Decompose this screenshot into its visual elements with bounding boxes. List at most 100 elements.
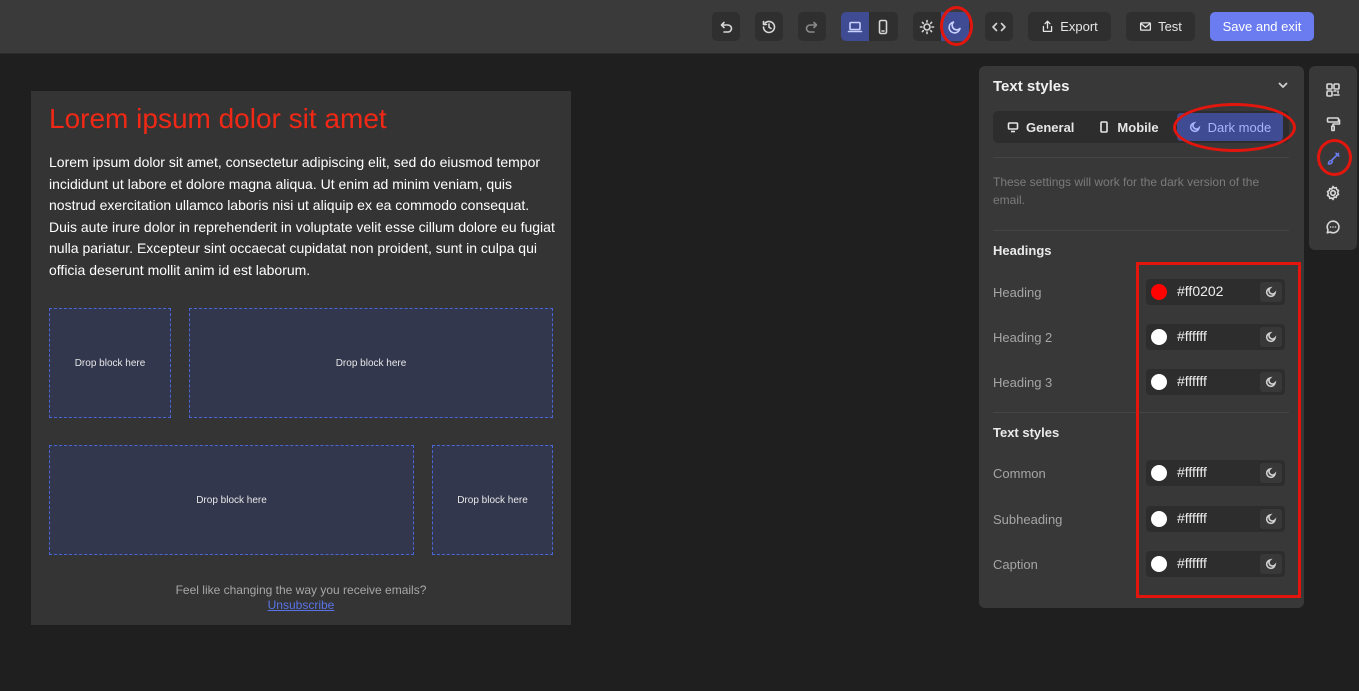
subheading-label: Subheading (993, 512, 1063, 527)
heading-color-field[interactable]: #ff0202 (1146, 279, 1285, 305)
gear-icon (1326, 185, 1340, 201)
rail-blocks-button[interactable] (1321, 78, 1345, 102)
desktop-view-button[interactable] (841, 12, 869, 41)
common-color-field[interactable]: #ffffff (1146, 460, 1285, 486)
text-styles-panel: Text styles General Mobile Dark mode The… (979, 66, 1304, 608)
tab-general[interactable]: General (995, 113, 1086, 141)
color-swatch[interactable] (1151, 374, 1167, 390)
color-swatch[interactable] (1151, 284, 1167, 300)
heading-2-label: Heading 2 (993, 330, 1053, 345)
redo-button[interactable] (798, 12, 826, 41)
test-button[interactable]: Test (1126, 12, 1195, 41)
panel-title: Text styles (993, 78, 1070, 95)
dark-color-button[interactable] (1260, 327, 1282, 347)
drop-zone-label: Drop block here (457, 494, 528, 506)
heading-3-color-field[interactable]: #ffffff (1146, 369, 1285, 395)
mobile-view-button[interactable] (869, 12, 897, 41)
email-heading[interactable]: Lorem ipsum dolor sit amet (49, 103, 387, 135)
rail-appearance-button[interactable] (1321, 112, 1345, 136)
subheading-color-field[interactable]: #ffffff (1146, 506, 1285, 532)
divider (993, 230, 1289, 231)
side-rail (1309, 66, 1357, 250)
dark-color-button[interactable] (1260, 282, 1282, 302)
email-paragraph[interactable]: Lorem ipsum dolor sit amet, consectetur … (49, 152, 557, 281)
tab-mobile[interactable]: Mobile (1086, 113, 1170, 141)
collapse-button[interactable] (1276, 78, 1290, 92)
dark-mode-button[interactable] (941, 12, 969, 41)
color-hex-value[interactable]: #ffffff (1177, 373, 1207, 389)
drop-zone[interactable]: Drop block here (432, 445, 553, 555)
moon-icon (1265, 376, 1277, 388)
common-label: Common (993, 466, 1046, 481)
heading-2-color-field[interactable]: #ffffff (1146, 324, 1285, 350)
moon-icon (1265, 558, 1277, 570)
undo-icon (720, 21, 733, 33)
code-icon (992, 22, 1006, 31)
undo-button[interactable] (712, 12, 740, 41)
dark-mode-icon (1189, 121, 1200, 133)
dark-color-button[interactable] (1260, 463, 1282, 483)
test-label: Test (1158, 19, 1182, 34)
export-icon (1042, 20, 1053, 33)
tab-dark-mode-label: Dark mode (1207, 119, 1272, 135)
redo-icon (805, 21, 818, 33)
dark-mode-hint: These settings will work for the dark ve… (993, 175, 1260, 207)
theme-toggle (913, 12, 970, 41)
save-and-exit-button[interactable]: Save and exit (1210, 12, 1314, 41)
rail-settings-button[interactable] (1321, 181, 1345, 205)
rail-comments-button[interactable] (1321, 215, 1345, 239)
chevron-down-icon (1278, 82, 1288, 89)
color-hex-value[interactable]: #ff0202 (1177, 283, 1223, 299)
tab-dark-mode[interactable]: Dark mode (1176, 113, 1284, 141)
heading-label: Heading (993, 285, 1042, 300)
mobile-icon (878, 19, 888, 34)
history-button[interactable] (755, 12, 783, 41)
headings-section-title: Headings (993, 243, 1052, 258)
mobile-icon (1100, 121, 1109, 133)
divider (993, 412, 1289, 413)
drop-zone[interactable]: Drop block here (49, 445, 414, 555)
caption-color-field[interactable]: #ffffff (1146, 551, 1285, 577)
history-icon (762, 20, 776, 33)
tab-general-label: General (1026, 119, 1075, 135)
dark-color-button[interactable] (1260, 554, 1282, 574)
desktop-icon (847, 21, 863, 32)
blocks-icon (1326, 83, 1340, 97)
mode-tabs: General Mobile Dark mode (993, 111, 1289, 143)
color-hex-value[interactable]: #ffffff (1177, 328, 1207, 344)
unsubscribe-link[interactable]: Unsubscribe (31, 598, 571, 612)
code-button[interactable] (985, 12, 1013, 41)
dark-color-button[interactable] (1260, 372, 1282, 392)
color-swatch[interactable] (1151, 329, 1167, 345)
text-styles-section-title: Text styles (993, 425, 1060, 440)
color-hex-value[interactable]: #ffffff (1177, 555, 1207, 571)
export-button[interactable]: Export (1028, 12, 1111, 41)
color-swatch[interactable] (1151, 511, 1167, 527)
drop-zone[interactable]: Drop block here (49, 308, 171, 418)
divider (993, 157, 1289, 158)
sun-icon (919, 19, 935, 34)
dark-color-button[interactable] (1260, 509, 1282, 529)
caption-label: Caption (993, 557, 1038, 572)
moon-icon (1265, 467, 1277, 479)
color-hex-value[interactable]: #ffffff (1177, 510, 1207, 526)
moon-icon (1265, 331, 1277, 343)
light-mode-button[interactable] (913, 12, 941, 41)
color-swatch[interactable] (1151, 556, 1167, 572)
rail-text-styles-button[interactable] (1321, 147, 1345, 171)
color-hex-value[interactable]: #ffffff (1177, 464, 1207, 480)
device-toggle (841, 12, 898, 41)
tab-mobile-label: Mobile (1117, 119, 1159, 135)
moon-icon (1265, 286, 1277, 298)
email-canvas: Lorem ipsum dolor sit amet Lorem ipsum d… (31, 91, 571, 625)
color-swatch[interactable] (1151, 465, 1167, 481)
chat-icon (1326, 220, 1340, 234)
drop-zone-label: Drop block here (335, 357, 407, 369)
desktop-icon (1007, 122, 1019, 133)
moon-icon (1265, 513, 1277, 525)
drop-zone-label: Drop block here (74, 357, 146, 369)
moon-icon (948, 20, 961, 34)
paint-roller-icon (1326, 117, 1341, 132)
top-toolbar: Export Test Save and exit (0, 0, 1359, 54)
drop-zone[interactable]: Drop block here (189, 308, 553, 418)
